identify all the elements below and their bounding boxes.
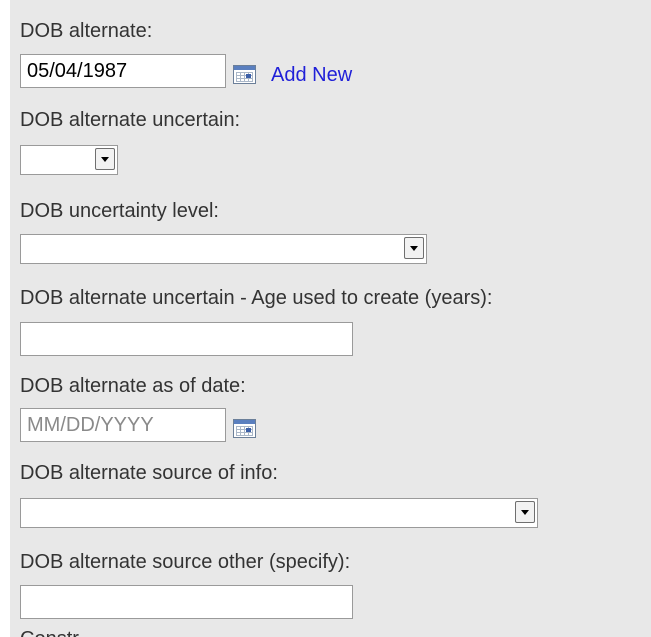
dob-alternate-uncertain-label: DOB alternate uncertain:: [20, 109, 241, 131]
dob-source-of-info-label: DOB alternate source of info:: [20, 462, 278, 484]
dob-uncertainty-level-select[interactable]: [20, 234, 427, 264]
next-field-label-partial: Constr: [20, 628, 79, 637]
dob-alternate-input[interactable]: [20, 54, 226, 88]
dob-source-other-label: DOB alternate source other (specify):: [20, 551, 351, 573]
dob-as-of-date-label: DOB alternate as of date:: [20, 375, 246, 397]
dob-uncertainty-level-label: DOB uncertainty level:: [20, 200, 219, 222]
form-panel: DOB alternate: Add New DOB alternate unc…: [10, 0, 651, 637]
chevron-down-icon[interactable]: [515, 501, 535, 523]
dob-source-of-info-select[interactable]: [20, 498, 538, 528]
chevron-down-icon[interactable]: [95, 148, 115, 170]
dob-source-other-input[interactable]: [20, 585, 353, 619]
dob-alternate-uncertain-select[interactable]: [20, 145, 118, 175]
dob-alternate-label: DOB alternate:: [20, 20, 153, 42]
calendar-icon[interactable]: [233, 419, 256, 438]
chevron-down-icon[interactable]: [404, 237, 424, 259]
calendar-icon[interactable]: [233, 65, 256, 84]
dob-age-used-input[interactable]: [20, 322, 353, 356]
add-new-link[interactable]: Add New: [271, 64, 352, 86]
dob-age-used-label: DOB alternate uncertain - Age used to cr…: [20, 287, 493, 309]
dob-as-of-date-input[interactable]: [20, 408, 226, 442]
